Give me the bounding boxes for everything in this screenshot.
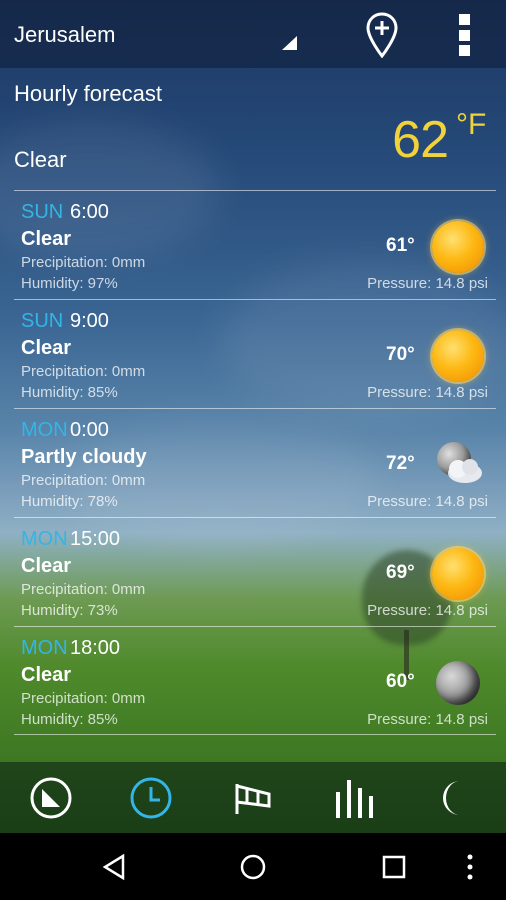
forecast-humidity: Humidity: 73% (21, 602, 118, 619)
back-icon[interactable] (96, 849, 132, 885)
temperature-unit[interactable]: °F (456, 108, 486, 142)
forecast-precipitation: Precipitation: 0mm (21, 690, 146, 707)
forecast-humidity: Humidity: 78% (21, 493, 118, 510)
forecast-pressure: Pressure: 14.8 psi (367, 275, 488, 292)
home-icon[interactable] (235, 849, 271, 885)
forecast-time: 15:00 (70, 528, 121, 550)
top-bar: Jerusalem (0, 0, 506, 68)
wind-sock-icon[interactable] (231, 776, 275, 820)
moon-cloud-icon (432, 439, 484, 491)
forecast-row[interactable]: MON 15:00 Clear Precipitation: 0mm Humid… (14, 517, 496, 626)
forecast-precipitation: Precipitation: 0mm (21, 363, 146, 380)
bottom-tab-bar (0, 762, 506, 833)
hourly-forecast-list: SUN 6:00 Clear Precipitation: 0mm Humidi… (14, 190, 496, 735)
forecast-row[interactable]: SUN 6:00 Clear Precipitation: 0mm Humidi… (14, 190, 496, 299)
overflow-icon[interactable] (460, 849, 480, 885)
forecast-condition: Clear (21, 555, 72, 577)
sun-icon (432, 221, 484, 273)
forecast-day: MON (21, 419, 68, 441)
forecast-row[interactable]: MON 18:00 Clear Precipitation: 0mm Humid… (14, 626, 496, 735)
forecast-pressure: Pressure: 14.8 psi (367, 384, 488, 401)
app-screen: Jerusalem Hourly forecast Clear 62 °F SU… (0, 0, 506, 833)
forecast-temperature: 70° (386, 344, 415, 365)
forecast-temperature: 69° (386, 562, 415, 583)
forecast-condition: Clear (21, 664, 72, 686)
forecast-condition: Clear (21, 337, 72, 359)
forecast-row[interactable]: SUN 9:00 Clear Precipitation: 0mm Humidi… (14, 299, 496, 408)
system-nav-bar (0, 833, 506, 900)
current-condition: Clear (14, 147, 67, 172)
forecast-precipitation: Precipitation: 0mm (21, 581, 146, 598)
page-title: Hourly forecast (14, 81, 162, 106)
recents-icon[interactable] (376, 849, 412, 885)
forecast-pressure: Pressure: 14.8 psi (367, 493, 488, 510)
forecast-precipitation: Precipitation: 0mm (21, 472, 146, 489)
sun-icon (432, 548, 484, 600)
current-temperature: 62 (392, 111, 449, 169)
forecast-temperature: 72° (386, 453, 415, 474)
location-pin-plus-icon[interactable] (366, 12, 398, 59)
current-weather-icon[interactable] (29, 776, 73, 820)
forecast-time: 9:00 (70, 310, 109, 332)
forecast-humidity: Humidity: 85% (21, 384, 118, 401)
forecast-temperature: 61° (386, 235, 415, 256)
moon-icon (432, 657, 484, 709)
forecast-day: SUN (21, 201, 64, 223)
forecast-precipitation: Precipitation: 0mm (21, 254, 146, 271)
forecast-day: MON (21, 528, 68, 550)
city-selector[interactable]: Jerusalem (14, 22, 115, 48)
bar-graph-icon[interactable] (333, 776, 377, 820)
hourly-clock-icon[interactable] (129, 776, 173, 820)
forecast-time: 6:00 (70, 201, 109, 223)
dropdown-triangle-icon[interactable] (282, 36, 297, 50)
forecast-condition: Clear (21, 228, 72, 250)
forecast-condition: Partly cloudy (21, 446, 147, 468)
forecast-day: SUN (21, 310, 64, 332)
forecast-humidity: Humidity: 97% (21, 275, 118, 292)
sun-icon (432, 330, 484, 382)
forecast-time: 0:00 (70, 419, 109, 441)
forecast-pressure: Pressure: 14.8 psi (367, 711, 488, 728)
forecast-humidity: Humidity: 85% (21, 711, 118, 728)
forecast-temperature: 60° (386, 671, 415, 692)
forecast-row[interactable]: MON 0:00 Partly cloudy Precipitation: 0m… (14, 408, 496, 517)
moon-phase-icon[interactable] (432, 776, 476, 820)
forecast-day: MON (21, 637, 68, 659)
forecast-pressure: Pressure: 14.8 psi (367, 602, 488, 619)
forecast-time: 18:00 (70, 637, 121, 659)
overflow-menu-icon[interactable] (456, 14, 472, 56)
